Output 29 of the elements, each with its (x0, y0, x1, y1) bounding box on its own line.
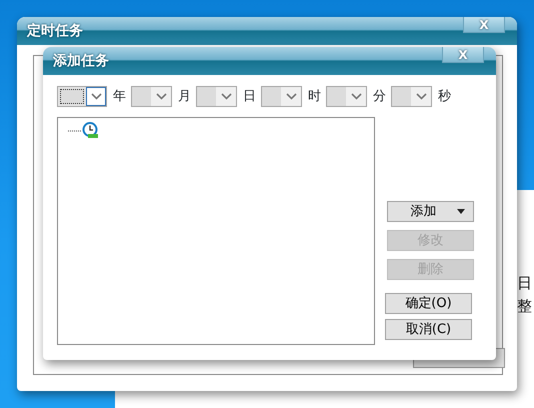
button[interactable]: 添加 (387, 201, 474, 222)
window-title: 添加任务 (53, 52, 109, 71)
unit-label: 月 (178, 88, 191, 106)
dropdown-field[interactable] (131, 86, 172, 107)
unit-label: 分 (373, 88, 386, 106)
unit-label: 秒 (438, 88, 451, 106)
chevron-down-icon (350, 93, 362, 100)
chevron-down-icon (220, 93, 232, 100)
unit-label: 时 (308, 88, 321, 106)
close-button[interactable]: X (442, 47, 484, 63)
button[interactable]: 取消(C) (385, 319, 472, 340)
dropdown-field[interactable] (391, 86, 432, 107)
tree-line (68, 130, 82, 132)
window-title: 定时任务 (27, 22, 83, 41)
chevron-down-icon (90, 93, 102, 100)
dropdown-field[interactable] (196, 86, 237, 107)
close-button[interactable]: X (463, 17, 505, 33)
chevron-down-icon (416, 93, 426, 100)
dropdown-field[interactable] (261, 86, 302, 107)
chevron-down-icon (286, 93, 296, 100)
background-text: 整 (517, 296, 532, 317)
button[interactable]: 确定(O) (385, 293, 472, 314)
unit-label: 日 (243, 88, 256, 106)
background-text: 日 (517, 273, 532, 294)
dropdown-field[interactable] (57, 86, 107, 107)
clock-icon[interactable] (82, 122, 99, 139)
unit-label: 年 (113, 88, 126, 106)
dropdown-field[interactable] (326, 86, 367, 107)
chevron-down-icon (156, 93, 166, 100)
